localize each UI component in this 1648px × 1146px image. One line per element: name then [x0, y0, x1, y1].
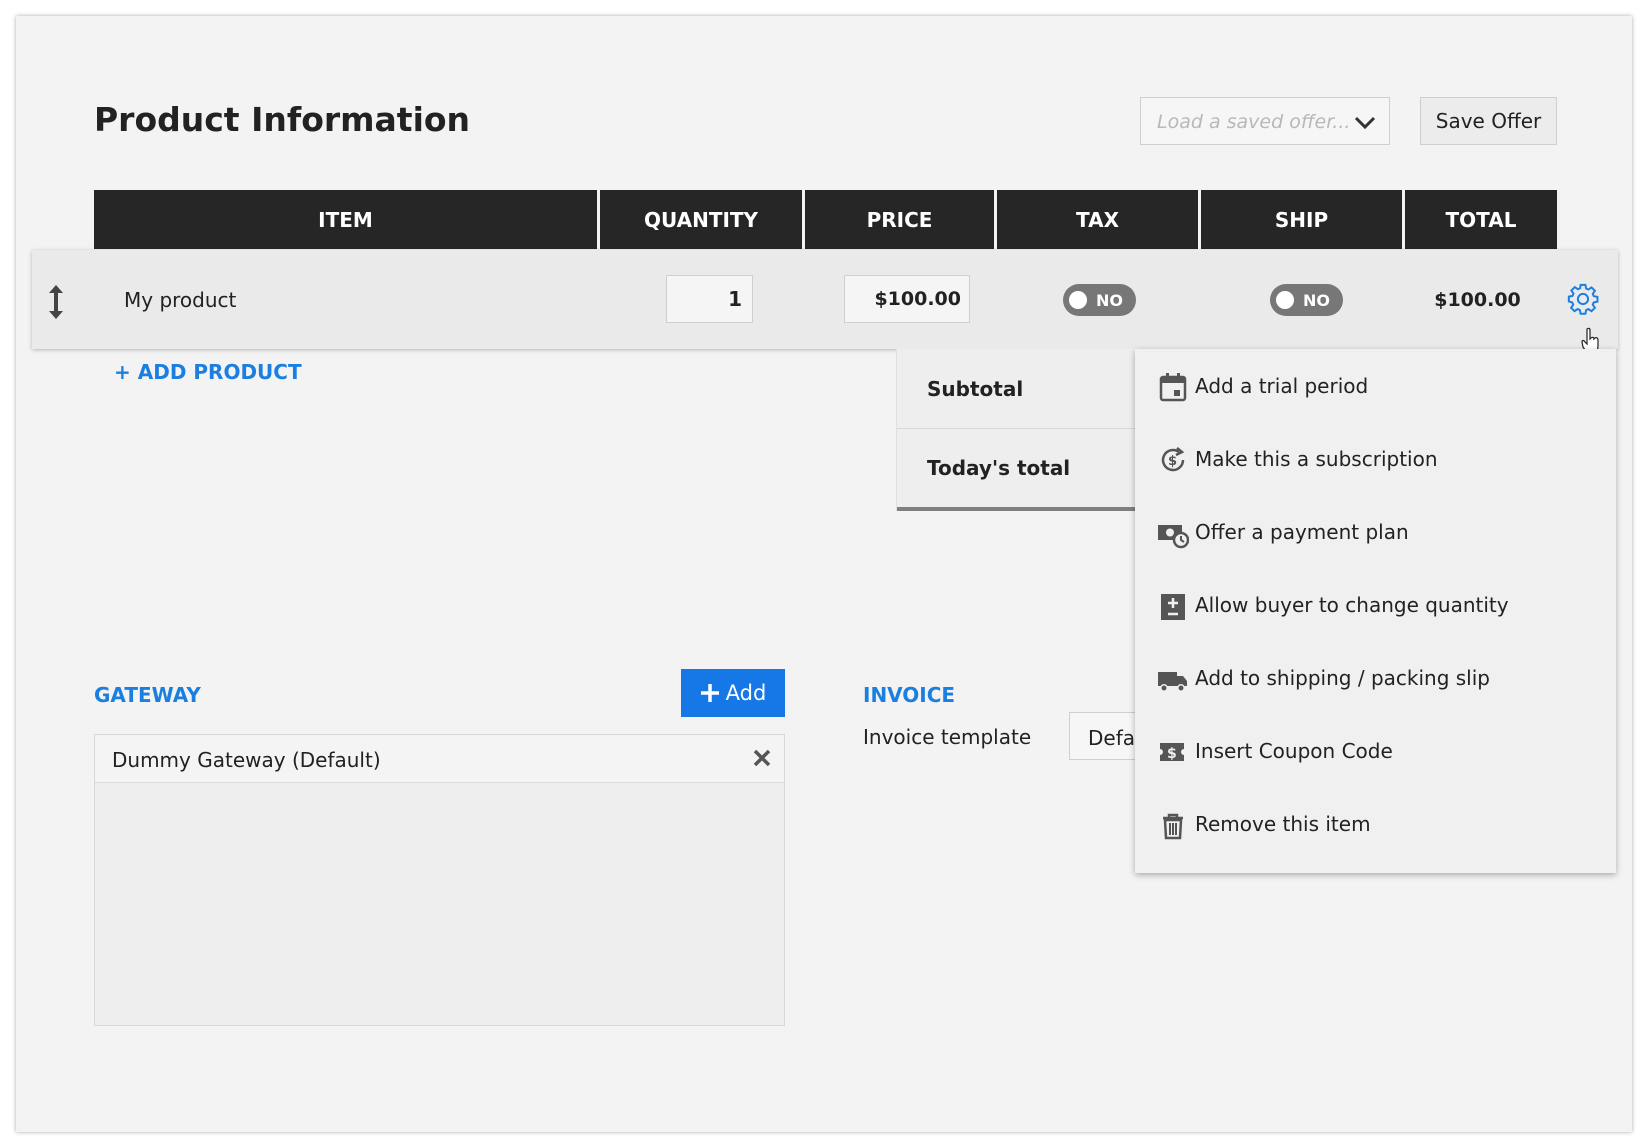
menu-item-label: Remove this item [1195, 812, 1371, 836]
load-offer-placeholder: Load a saved offer... [1157, 111, 1351, 133]
column-header-price: PRICE [805, 190, 994, 249]
item-options-menu: Add a trial period $ Make this a subscri… [1135, 349, 1616, 873]
menu-item-coupon-code[interactable]: $ Insert Coupon Code [1135, 714, 1616, 789]
menu-item-label: Add a trial period [1195, 374, 1369, 398]
product-name[interactable]: My product [124, 288, 236, 312]
gateway-heading: GATEWAY [94, 683, 201, 707]
recurring-dollar-icon: $ [1161, 447, 1185, 472]
chevron-down-icon [1354, 116, 1376, 130]
gear-icon[interactable] [1566, 282, 1600, 316]
trash-icon [1163, 813, 1183, 840]
money-clock-icon [1158, 525, 1189, 549]
column-header-item: ITEM [94, 190, 597, 249]
gateway-item-name: Dummy Gateway (Default) [112, 748, 381, 772]
quantity-input[interactable]: 1 [666, 275, 753, 323]
column-header-tax: TAX [997, 190, 1198, 249]
add-gateway-button[interactable]: Add [681, 669, 785, 717]
toggle-knob [1069, 291, 1087, 309]
add-gateway-label: Add [725, 681, 767, 705]
svg-text:$: $ [1167, 746, 1177, 762]
menu-item-label: Allow buyer to change quantity [1195, 593, 1509, 617]
column-header-total: TOTAL [1405, 190, 1557, 249]
calendar-icon [1159, 373, 1187, 402]
totals-panel [896, 349, 1137, 511]
menu-item-remove[interactable]: Remove this item [1135, 787, 1616, 862]
menu-item-label: Insert Coupon Code [1195, 739, 1393, 763]
totals-divider [897, 428, 1137, 429]
toggle-knob [1276, 291, 1294, 309]
tax-toggle[interactable]: NO [1063, 284, 1136, 316]
product-row [32, 250, 1618, 349]
close-icon[interactable] [752, 748, 772, 768]
column-header-ship: SHIP [1201, 190, 1402, 249]
gateway-item[interactable]: Dummy Gateway (Default) [95, 735, 784, 783]
row-total: $100.00 [1434, 289, 1521, 311]
ship-toggle[interactable]: NO [1270, 284, 1343, 316]
tax-toggle-label: NO [1096, 291, 1123, 310]
menu-item-label: Make this a subscription [1195, 447, 1438, 471]
menu-item-shipping-slip[interactable]: Add to shipping / packing slip [1135, 641, 1616, 716]
invoice-template-label: Invoice template [863, 725, 1032, 749]
invoice-template-value: Defa [1088, 726, 1136, 750]
totals-bottom-border [897, 507, 1137, 511]
menu-item-trial-period[interactable]: Add a trial period [1135, 349, 1616, 424]
invoice-heading: INVOICE [863, 683, 956, 707]
todays-total-label: Today's total [927, 456, 1071, 480]
drag-handle-icon[interactable] [46, 283, 66, 321]
svg-text:$: $ [1168, 454, 1177, 469]
coupon-icon: $ [1160, 743, 1184, 762]
price-input[interactable]: $100.00 [844, 275, 970, 323]
column-header-quantity: QUANTITY [600, 190, 802, 249]
truck-icon [1158, 672, 1187, 692]
add-product-label: ADD PRODUCT [137, 360, 302, 384]
plus-icon [700, 684, 719, 702]
menu-item-subscription[interactable]: $ Make this a subscription [1135, 422, 1616, 497]
menu-item-label: Add to shipping / packing slip [1195, 666, 1490, 690]
menu-item-label: Offer a payment plan [1195, 520, 1409, 544]
menu-item-change-quantity[interactable]: Allow buyer to change quantity [1135, 568, 1616, 643]
plus-minus-icon [1161, 594, 1185, 620]
ship-toggle-label: NO [1303, 291, 1330, 310]
add-product-link[interactable]: + ADD PRODUCT [114, 360, 302, 384]
page-title: Product Information [94, 100, 471, 139]
menu-item-payment-plan[interactable]: Offer a payment plan [1135, 495, 1616, 570]
gateway-list: Dummy Gateway (Default) [94, 734, 785, 1026]
save-offer-button[interactable]: Save Offer [1420, 97, 1557, 145]
load-offer-select[interactable]: Load a saved offer... [1140, 97, 1390, 145]
plus-icon: + [114, 360, 131, 384]
subtotal-label: Subtotal [927, 377, 1024, 401]
